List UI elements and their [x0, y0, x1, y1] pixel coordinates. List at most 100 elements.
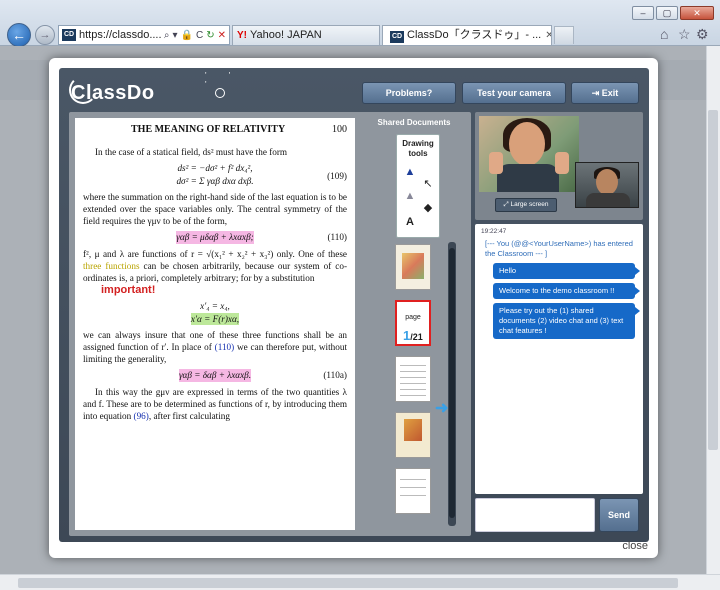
- back-button[interactable]: ←: [7, 23, 31, 47]
- window-controls: – ▢ ✕: [632, 6, 714, 20]
- thumbnail-page-number: 1/21: [403, 328, 423, 343]
- compat-icon[interactable]: ↻: [206, 30, 214, 41]
- dropdown-icon[interactable]: ▾: [173, 30, 178, 41]
- close-link[interactable]: close: [622, 540, 648, 552]
- p4-ref[interactable]: (110): [215, 342, 235, 352]
- p5-part2: , after first calculating: [148, 411, 230, 422]
- chat-message: Hello: [493, 263, 640, 279]
- gear-icon[interactable]: ⚙: [696, 26, 709, 43]
- forward-button[interactable]: →: [35, 25, 55, 45]
- tab-classdo[interactable]: CDClassDo「クラスドゥ」- ...✕: [382, 25, 552, 45]
- classdo-favicon-icon: CD: [390, 31, 404, 43]
- p5-ref[interactable]: (96): [134, 411, 149, 421]
- tab-close-icon[interactable]: ✕: [545, 30, 551, 41]
- pen-tool-icon[interactable]: ▲: [403, 165, 417, 179]
- eq110-number: (110): [327, 232, 347, 243]
- address-bar[interactable]: CD https://classdo.... ⌕ ▾ 🔒 C ↻ ✕: [58, 25, 230, 45]
- thumbnail[interactable]: [395, 412, 431, 458]
- minimize-button[interactable]: –: [632, 6, 654, 20]
- app-logo: ClassDo: [71, 82, 155, 104]
- close-window-button[interactable]: ✕: [680, 6, 714, 20]
- eq109-line1: ds² = −dσ² + f² dx₄²,: [177, 163, 253, 174]
- arrow-tool-icon[interactable]: ↖: [421, 177, 435, 191]
- thumbnail[interactable]: [395, 356, 431, 402]
- new-tab-button[interactable]: [554, 26, 574, 44]
- thumbnail[interactable]: [395, 244, 431, 290]
- address-url[interactable]: https://classdo....: [79, 29, 164, 41]
- student-video[interactable]: [575, 162, 639, 208]
- exit-button[interactable]: ⇥ Exit: [571, 82, 639, 104]
- video-panel: ⤢ Large screen: [475, 112, 643, 220]
- equation-109: ds² = −dσ² + f² dx₄², dσ² = Σ γαβ dxα dx…: [83, 162, 347, 186]
- thumbnail[interactable]: [395, 468, 431, 514]
- chat-log[interactable]: 19:22:47 [--- You (@@<YourUserName>) has…: [475, 224, 643, 494]
- maximize-button[interactable]: ▢: [656, 6, 678, 20]
- eq110a-number: (110a): [323, 370, 347, 381]
- eq-sub-line2: x′α = F(r)xα,: [190, 312, 240, 325]
- document-pane: THE MEANING OF RELATIVITY 100 In the cas…: [69, 112, 471, 536]
- p3-highlight: three functions: [83, 260, 140, 271]
- vertical-scrollbar[interactable]: [706, 46, 720, 574]
- document-thumbnails: page 1/21: [395, 244, 433, 524]
- equation-110: γαβ = μδαβ + λxαxβ; (110): [83, 231, 347, 244]
- equation-110a: γαβ = δαβ + λxαxβ. (110a): [83, 369, 347, 382]
- thumbnail-scrollbar[interactable]: [448, 242, 456, 526]
- timer-icon: [215, 88, 225, 98]
- yahoo-favicon-icon: Y!: [237, 30, 247, 41]
- paragraph-1: In the case of a statical field, ds² mus…: [95, 147, 288, 158]
- exit-door-icon: ⇥: [591, 88, 602, 98]
- tab-yahoo[interactable]: Y! Yahoo! JAPAN: [232, 25, 380, 45]
- favorites-icon[interactable]: ☆: [678, 26, 691, 43]
- paragraph-5: In this way the gμν are expressed in ter…: [83, 386, 347, 423]
- highlighter-tool-icon[interactable]: ▲: [403, 189, 417, 203]
- p3-part1: f², μ and λ are functions of r = √(x₁² +…: [83, 248, 347, 259]
- eq109-number: (109): [327, 171, 347, 182]
- document-page-number: 100: [332, 124, 347, 135]
- large-screen-label: Large screen: [510, 201, 549, 208]
- tab-classdo-label: ClassDo「クラスドゥ」- ...: [407, 29, 542, 41]
- home-icon[interactable]: ⌂: [660, 26, 668, 42]
- document-page[interactable]: THE MEANING OF RELATIVITY 100 In the cas…: [75, 118, 355, 530]
- lock-icon[interactable]: 🔒: [181, 30, 193, 41]
- eq110-body: γαβ = μδαβ + λxαxβ;: [176, 231, 254, 244]
- timer-ticks-icon: ' ' ': [205, 71, 241, 89]
- chat-input[interactable]: [475, 498, 595, 532]
- browser-chrome: – ▢ ✕ ← → CD https://classdo.... ⌕ ▾ 🔒 C…: [0, 0, 720, 47]
- eq109-line2: dσ² = Σ γαβ dxα dxβ.: [176, 175, 254, 186]
- site-favicon-icon: CD: [62, 29, 76, 41]
- chat-message: Welcome to the demo classroom !!: [493, 283, 640, 299]
- thumbnail-current[interactable]: page 1/21: [395, 300, 431, 346]
- important-annotation: important!: [101, 284, 156, 297]
- paragraph-2: where the summation on the right-hand si…: [83, 191, 347, 227]
- horizontal-scrollbar[interactable]: [0, 574, 720, 590]
- current-page-arrow-icon: ➜: [435, 400, 449, 417]
- eq-sub-line1: x′₄ = x₄,: [200, 301, 230, 312]
- equation-substitution: x′₄ = x₄, x′α = F(r)xα,: [83, 300, 347, 325]
- eraser-tool-icon[interactable]: ◆: [421, 201, 435, 215]
- document-header: THE MEANING OF RELATIVITY 100: [131, 124, 347, 136]
- chat-message: Please try out the (1) shared documents …: [493, 303, 640, 339]
- problems-button[interactable]: Problems?: [362, 82, 456, 104]
- document-title: THE MEANING OF RELATIVITY: [131, 124, 286, 135]
- large-screen-button[interactable]: ⤢ Large screen: [495, 198, 557, 212]
- tab-yahoo-label: Yahoo! JAPAN: [250, 29, 322, 41]
- exit-label: Exit: [601, 88, 619, 98]
- chat-timestamp: 19:22:47: [481, 228, 507, 235]
- paragraph-4: we can always insure that one of these t…: [83, 329, 347, 366]
- classroom-modal: ClassDo ' ' ' Problems? Test your camera…: [49, 58, 658, 558]
- shared-documents-label: Shared Documents: [377, 118, 451, 127]
- text-tool-icon[interactable]: A: [403, 215, 417, 229]
- teacher-video[interactable]: [479, 116, 579, 192]
- refresh-icon[interactable]: C: [196, 30, 203, 41]
- stop-icon[interactable]: ✕: [218, 30, 226, 41]
- drawing-tools-title: Drawing tools: [402, 139, 434, 158]
- classdo-app: ClassDo ' ' ' Problems? Test your camera…: [59, 68, 649, 542]
- thumbnail-page-label: page: [405, 314, 421, 321]
- test-camera-button[interactable]: Test your camera: [462, 82, 566, 104]
- search-icon[interactable]: ⌕: [164, 30, 170, 41]
- send-button[interactable]: Send: [599, 498, 639, 532]
- expand-icon: ⤢: [503, 201, 511, 208]
- drawing-tools-panel: Drawing tools ▲ ↖ ▲ ◆ A: [396, 134, 440, 238]
- eq110a-body: γαβ = δαβ + λxαxβ.: [178, 369, 252, 382]
- system-message: [--- You (@@<YourUserName>) has entered …: [485, 239, 633, 258]
